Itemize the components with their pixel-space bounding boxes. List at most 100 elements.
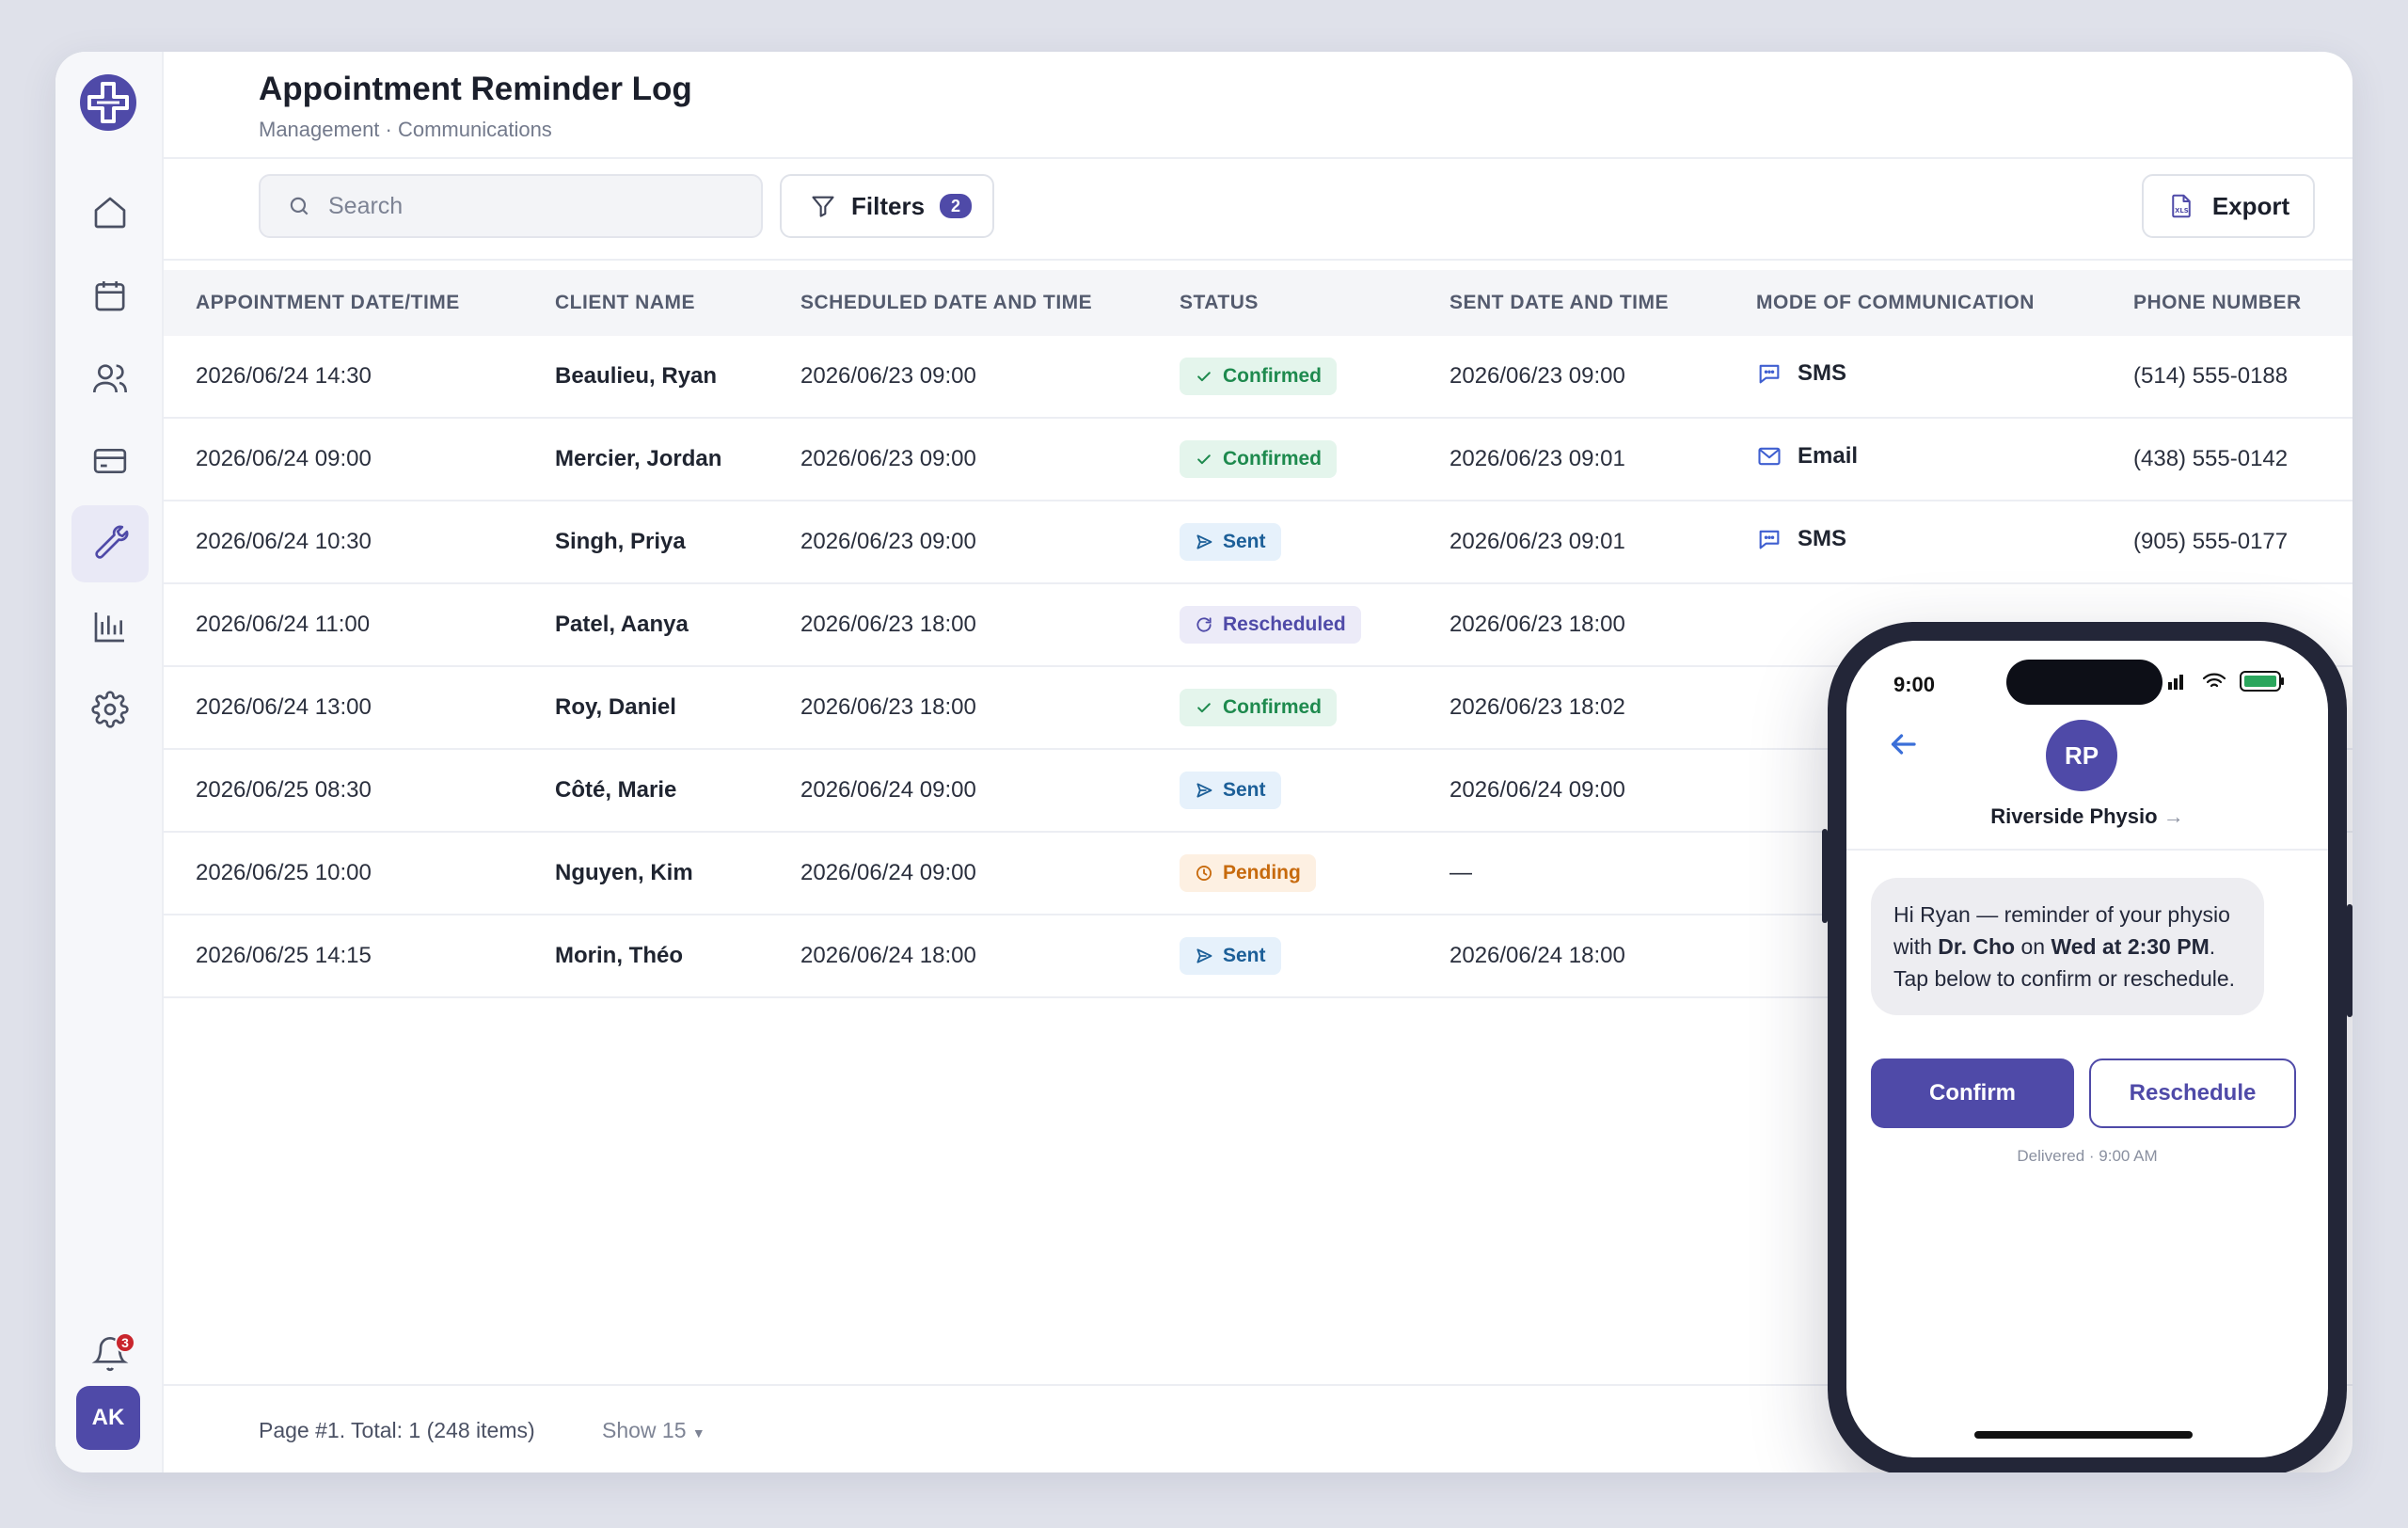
scheduled-datetime: 2026/06/23 09:00 bbox=[800, 529, 976, 554]
notification-count-badge: 3 bbox=[115, 1332, 135, 1353]
scheduled-datetime: 2026/06/23 09:00 bbox=[800, 446, 976, 471]
client-name[interactable]: Mercier, Jordan bbox=[555, 446, 721, 472]
appointment-datetime: 2026/06/25 10:00 bbox=[196, 860, 372, 885]
mode-label: SMS bbox=[1798, 525, 1847, 551]
message-text: on bbox=[2015, 934, 2052, 959]
user-avatar[interactable]: AK bbox=[76, 1386, 140, 1450]
mode-label: Email bbox=[1798, 442, 1859, 469]
table-row[interactable]: 2026/06/24 10:30 Singh, Priya 2026/06/23 0… bbox=[164, 501, 2353, 584]
phone-status-bar bbox=[2168, 671, 2285, 692]
client-name[interactable]: Roy, Daniel bbox=[555, 694, 676, 721]
table-row[interactable]: 2026/06/24 09:00 Mercier, Jordan 2026/06/2… bbox=[164, 419, 2353, 501]
filter-icon bbox=[812, 196, 834, 217]
contact-name[interactable]: Riverside Physio → bbox=[1846, 804, 2328, 829]
mode-label: SMS bbox=[1798, 359, 1847, 386]
notifications-button[interactable]: 3 bbox=[71, 1315, 149, 1393]
sent-datetime: 2026/06/24 18:00 bbox=[1450, 943, 1625, 968]
column-header[interactable]: APPOINTMENT DATE/TIME bbox=[196, 292, 460, 314]
send-icon bbox=[1196, 948, 1212, 963]
users-icon[interactable] bbox=[71, 340, 149, 417]
status-label: Sent bbox=[1223, 945, 1266, 966]
status-badge: Sent bbox=[1180, 772, 1281, 809]
sidebar: 3 AK bbox=[55, 52, 164, 1472]
column-header[interactable]: PHONE NUMBER bbox=[2133, 292, 2302, 314]
client-name[interactable]: Beaulieu, Ryan bbox=[555, 363, 717, 390]
toolbar: Filters 2 XLS Export bbox=[164, 159, 2353, 261]
credit-card-icon[interactable] bbox=[71, 422, 149, 500]
phone-number: (905) 555-0177 bbox=[2133, 529, 2289, 554]
client-name[interactable]: Patel, Aanya bbox=[555, 612, 689, 638]
phone-preview: 9:00 RP Riverside Physio → Hi Ryan — rem… bbox=[1822, 622, 2353, 1472]
send-icon bbox=[1196, 783, 1212, 798]
chevron-right-icon: → bbox=[2162, 804, 2184, 828]
filters-label: Filters bbox=[851, 191, 926, 220]
table-row[interactable]: 2026/06/24 14:30 Beaulieu, Ryan 2026/06/23… bbox=[164, 336, 2353, 419]
signal-icon bbox=[2168, 675, 2183, 690]
sent-datetime: 2026/06/23 09:01 bbox=[1450, 446, 1625, 471]
appointment-datetime: 2026/06/24 11:00 bbox=[196, 612, 371, 637]
export-label: Export bbox=[2211, 191, 2290, 220]
page-info: Page #1. Total: 1 (248 items) bbox=[259, 1418, 535, 1442]
home-icon[interactable] bbox=[71, 174, 149, 251]
scheduled-datetime: 2026/06/23 18:00 bbox=[800, 612, 976, 637]
search-box[interactable] bbox=[259, 174, 763, 238]
export-button[interactable]: XLS Export bbox=[2142, 174, 2315, 238]
app-logo[interactable] bbox=[78, 72, 138, 133]
reschedule-button[interactable]: Reschedule bbox=[2089, 1058, 2296, 1128]
gear-icon[interactable] bbox=[71, 671, 149, 748]
client-name[interactable]: Côté, Marie bbox=[555, 777, 676, 804]
status-label: Rescheduled bbox=[1223, 613, 1346, 635]
column-header[interactable]: CLIENT NAME bbox=[555, 292, 695, 314]
communication-mode: SMS bbox=[1756, 526, 1846, 552]
calendar-icon[interactable] bbox=[71, 257, 149, 334]
phone-number: (438) 555-0142 bbox=[2133, 446, 2289, 471]
client-name[interactable]: Singh, Priya bbox=[555, 529, 686, 555]
dynamic-island bbox=[2006, 660, 2162, 705]
contact-avatar: RP bbox=[2046, 720, 2117, 791]
page-title: Appointment Reminder Log bbox=[259, 71, 692, 107]
check-icon bbox=[1197, 454, 1211, 465]
mail-icon bbox=[1758, 447, 1781, 465]
appointment-datetime: 2026/06/25 08:30 bbox=[196, 777, 372, 803]
status-label: Confirmed bbox=[1223, 365, 1322, 387]
appointment-datetime: 2026/06/24 10:30 bbox=[196, 529, 372, 554]
xls-file-icon: XLS bbox=[2172, 194, 2191, 218]
page-size-label: Show 15 bbox=[602, 1418, 687, 1442]
search-input[interactable] bbox=[328, 192, 723, 220]
phone-time: 9:00 bbox=[1893, 673, 1936, 696]
appointment-datetime: 2026/06/24 14:30 bbox=[196, 363, 372, 389]
wrench-icon[interactable] bbox=[71, 505, 149, 582]
client-name[interactable]: Morin, Théo bbox=[555, 943, 683, 969]
refresh-icon bbox=[1196, 617, 1212, 632]
search-icon bbox=[290, 197, 309, 215]
scheduled-datetime: 2026/06/24 09:00 bbox=[800, 777, 976, 803]
send-icon bbox=[1196, 534, 1212, 549]
scheduled-datetime: 2026/06/24 18:00 bbox=[800, 943, 976, 968]
communication-mode: Email bbox=[1756, 443, 1858, 470]
sent-datetime: 2026/06/24 09:00 bbox=[1450, 777, 1625, 803]
column-header[interactable]: SCHEDULED DATE AND TIME bbox=[800, 292, 1092, 314]
app-window: 3 AK Appointment Reminder Log Management… bbox=[55, 52, 2353, 1472]
column-header[interactable]: SENT DATE AND TIME bbox=[1450, 292, 1669, 314]
page-size-select[interactable]: Show 15 ▼ bbox=[602, 1418, 705, 1443]
status-badge: Sent bbox=[1180, 523, 1281, 561]
check-icon bbox=[1197, 372, 1211, 382]
home-indicator bbox=[1974, 1431, 2193, 1439]
status-label: Sent bbox=[1223, 779, 1266, 801]
column-header[interactable]: STATUS bbox=[1180, 292, 1259, 314]
status-label: Confirmed bbox=[1223, 696, 1322, 718]
bar-chart-icon[interactable] bbox=[71, 588, 149, 665]
status-badge: Rescheduled bbox=[1180, 606, 1361, 644]
message-datetime: Wed at 2:30 PM bbox=[2051, 934, 2210, 959]
table-header: APPOINTMENT DATE/TIME CLIENT NAME SCHEDU… bbox=[164, 270, 2353, 336]
delivered-status: Delivered · 9:00 AM bbox=[2017, 1147, 2158, 1165]
phone-screen: 9:00 RP Riverside Physio → Hi Ryan — rem… bbox=[1846, 641, 2328, 1457]
column-header[interactable]: MODE OF COMMUNICATION bbox=[1756, 292, 2035, 314]
back-arrow-icon[interactable] bbox=[1886, 727, 1920, 761]
client-name[interactable]: Nguyen, Kim bbox=[555, 860, 693, 886]
battery-icon bbox=[2240, 671, 2284, 692]
breadcrumb: Management · Communications bbox=[259, 118, 552, 141]
confirm-button[interactable]: Confirm bbox=[1871, 1058, 2074, 1128]
status-badge: Confirmed bbox=[1180, 358, 1337, 395]
filters-button[interactable]: Filters 2 bbox=[780, 174, 994, 238]
